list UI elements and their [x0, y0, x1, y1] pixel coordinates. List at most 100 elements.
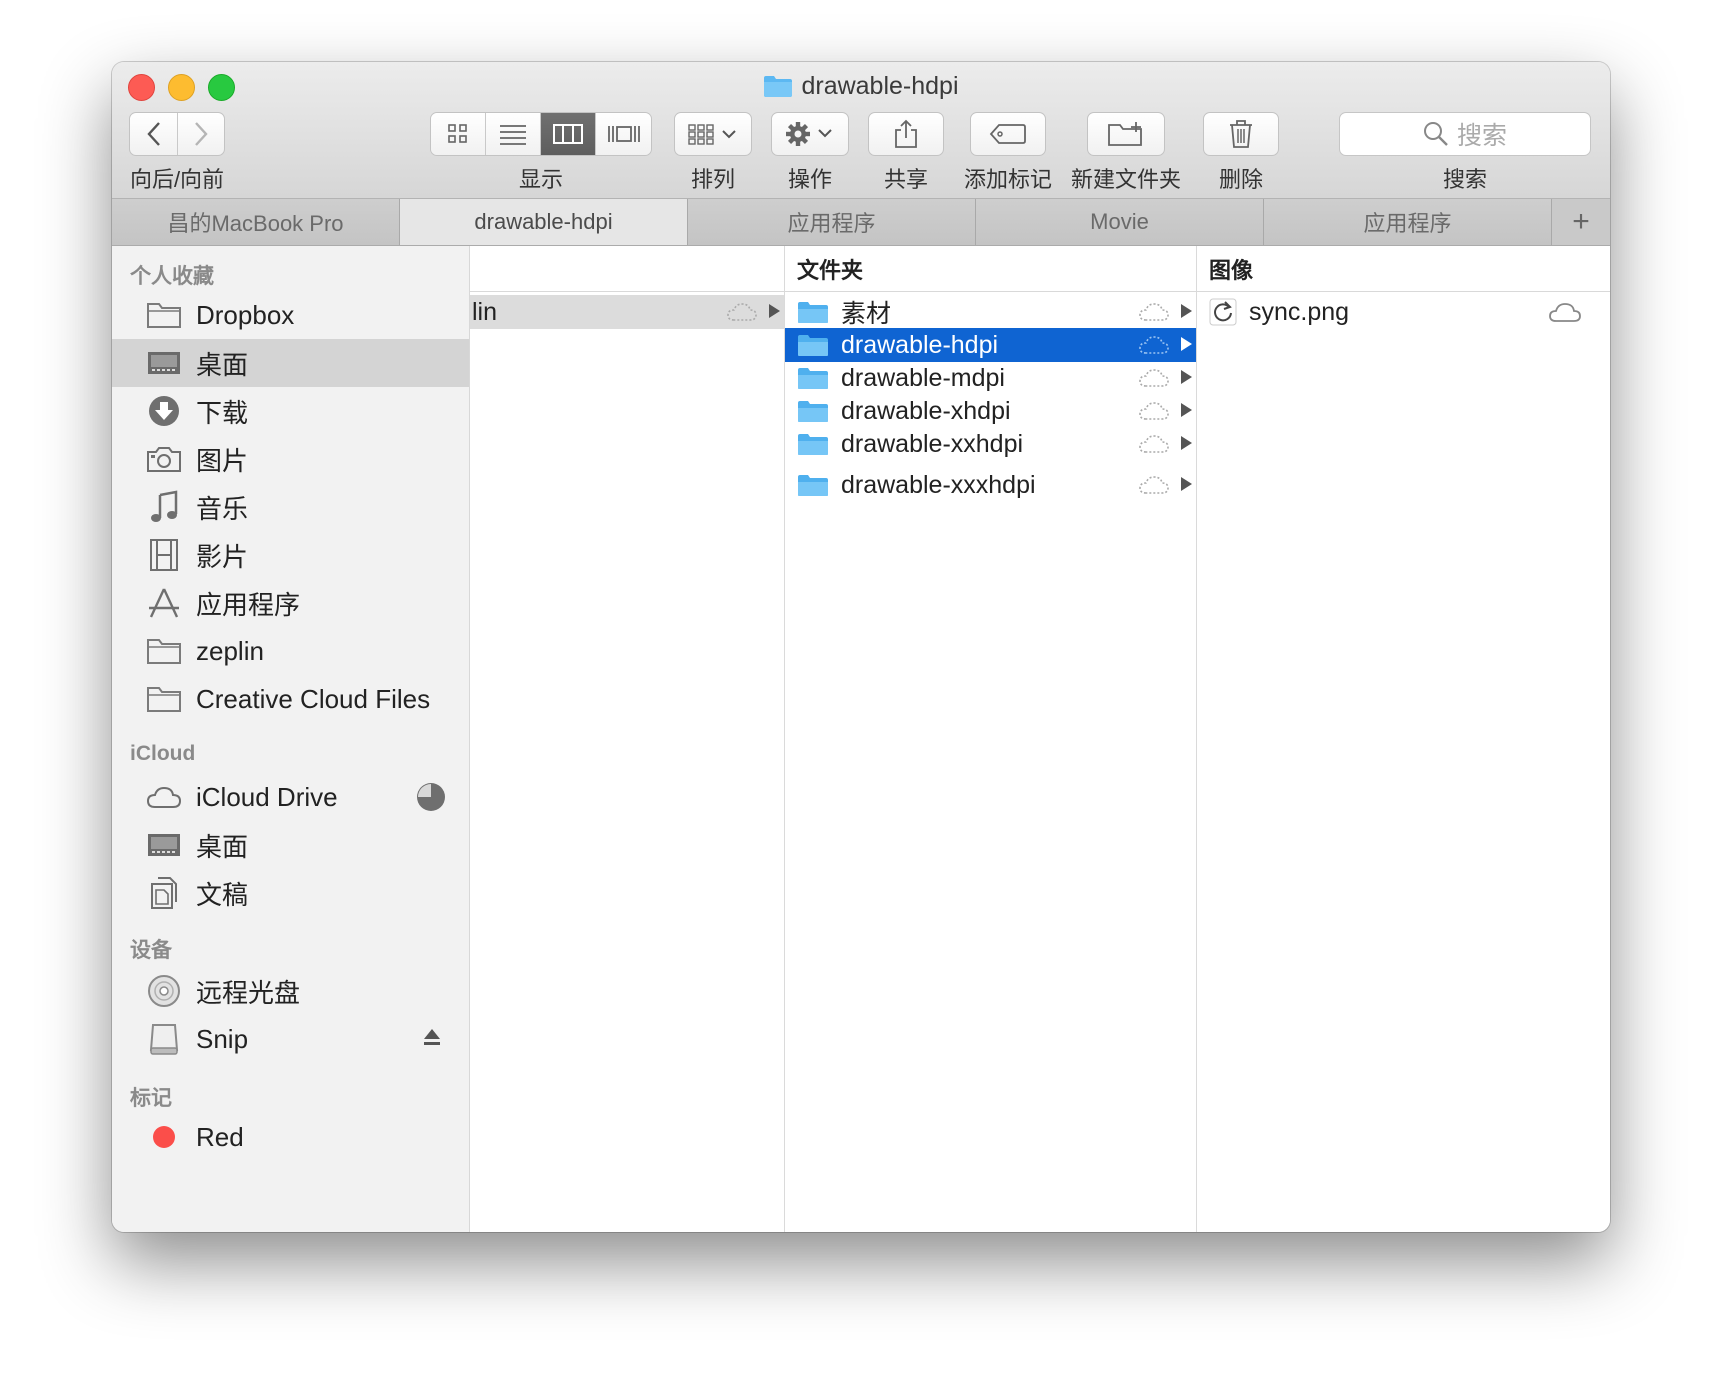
- folder-icon: [798, 401, 828, 422]
- sidebar: 个人收藏 Dropbox 桌面 下载 图片 音乐 影片 应用程序 zeplin …: [112, 246, 470, 1232]
- arrange-button[interactable]: [674, 112, 752, 156]
- sidebar-item-desktop[interactable]: 桌面: [112, 339, 469, 387]
- folder-icon: [798, 434, 828, 455]
- folder-name: drawable-xxhdpi: [841, 429, 1024, 458]
- sidebar-item-music[interactable]: 音乐: [112, 483, 469, 531]
- cloud-dashed-icon: [1139, 476, 1169, 494]
- camera-icon: [146, 441, 182, 477]
- sidebar-item-icloud-drive[interactable]: iCloud Drive: [112, 773, 469, 821]
- tab-movie[interactable]: Movie: [976, 199, 1264, 245]
- sidebar-item-label: 影片: [196, 541, 249, 572]
- sidebar-item-label: 桌面: [196, 349, 249, 380]
- sidebar-item-label: Creative Cloud Files: [196, 683, 431, 714]
- sidebar-item-zeplin[interactable]: zeplin: [112, 627, 469, 675]
- sidebar-item-label: 文稿: [196, 879, 249, 910]
- sync-file-icon: [1209, 298, 1237, 326]
- tab-applications-2[interactable]: 应用程序: [1264, 199, 1552, 245]
- folder-icon: [798, 302, 828, 323]
- column-3: 图像 sync.png: [1197, 246, 1610, 1232]
- folder-row[interactable]: drawable-xhdpi: [785, 394, 1196, 428]
- document-icon: [146, 875, 182, 911]
- back-button[interactable]: [130, 113, 179, 155]
- sidebar-item-applications[interactable]: 应用程序: [112, 579, 469, 627]
- cover-flow-button[interactable]: [596, 113, 651, 155]
- folder-icon: [146, 297, 182, 333]
- search-label: 搜索: [1442, 167, 1487, 192]
- sidebar-item-tag-red[interactable]: Red: [112, 1113, 469, 1161]
- folder-icon: [146, 681, 182, 717]
- icon-view-button[interactable]: [431, 113, 486, 155]
- share-icon: [895, 119, 917, 148]
- folder-name: drawable-hdpi: [841, 330, 999, 359]
- folder-row[interactable]: drawable-hdpi: [785, 328, 1196, 362]
- folder-row[interactable]: drawable-mdpi: [785, 361, 1196, 395]
- cloud-dashed-icon: [1139, 336, 1169, 354]
- sidebar-item-movies[interactable]: 影片: [112, 531, 469, 579]
- desktop-icon: [146, 345, 182, 381]
- nav-label: 向后/向前: [129, 167, 225, 192]
- disclosure-arrow-icon: [1181, 477, 1192, 491]
- folder-icon: [146, 633, 182, 669]
- action-label: 操作: [787, 167, 832, 192]
- search-field[interactable]: 搜索: [1339, 112, 1591, 156]
- file-row[interactable]: sync.png: [1197, 295, 1610, 329]
- sidebar-item-snip[interactable]: Snip: [112, 1015, 469, 1063]
- film-icon: [146, 537, 182, 573]
- column-view-button[interactable]: [541, 113, 596, 155]
- list-icon: [500, 125, 526, 145]
- tab-bar: 昌的MacBook Pro drawable-hdpi 应用程序 Movie 应…: [112, 199, 1610, 246]
- window-title: drawable-hdpi: [112, 71, 1610, 101]
- new-tab-button[interactable]: +: [1552, 199, 1610, 245]
- delete-button[interactable]: [1203, 112, 1279, 156]
- sidebar-item-dropbox[interactable]: Dropbox: [112, 291, 469, 339]
- toolbar: drawable-hdpi 向后/向前 显示 排列 操作 共享 添加标记 新建文…: [112, 62, 1610, 199]
- cloud-dashed-icon: [1139, 402, 1169, 420]
- sidebar-item-label: 远程光盘: [196, 977, 301, 1008]
- folder-name: 素材: [841, 300, 892, 328]
- column-1-header: [470, 246, 784, 292]
- action-button[interactable]: [771, 112, 849, 156]
- folder-row[interactable]: drawable-xxhdpi: [785, 427, 1196, 461]
- sidebar-item-label: iCloud Drive: [196, 781, 338, 812]
- cloud-dashed-icon: [1139, 435, 1169, 453]
- arrange-icon: [688, 124, 736, 145]
- disclosure-arrow-icon: [1181, 304, 1192, 318]
- list-view-button[interactable]: [486, 113, 541, 155]
- list-item[interactable]: lin: [470, 295, 784, 329]
- cloud-icon: [1549, 303, 1581, 322]
- share-button[interactable]: [868, 112, 944, 156]
- sidebar-item-documents[interactable]: 文稿: [112, 869, 469, 917]
- sidebar-item-remote-disc[interactable]: 远程光盘: [112, 967, 469, 1015]
- search-icon: [1423, 122, 1448, 146]
- back-forward-control: [129, 112, 225, 156]
- folder-icon: [798, 368, 828, 389]
- sidebar-item-pictures[interactable]: 图片: [112, 435, 469, 483]
- sidebar-item-icloud-desktop[interactable]: 桌面: [112, 821, 469, 869]
- add-tag-button[interactable]: [970, 112, 1046, 156]
- sidebar-item-downloads[interactable]: 下载: [112, 387, 469, 435]
- sidebar-item-label: 音乐: [196, 493, 249, 524]
- forward-button[interactable]: [178, 113, 224, 155]
- folder-row[interactable]: drawable-xxxhdpi: [785, 468, 1196, 502]
- sidebar-header-tags: 标记: [130, 1087, 172, 1110]
- music-note-icon: [146, 489, 182, 525]
- sidebar-item-creative-cloud[interactable]: Creative Cloud Files: [112, 675, 469, 723]
- disc-icon: [146, 973, 182, 1009]
- new-folder-button[interactable]: [1087, 112, 1165, 156]
- grid-icon: [448, 124, 467, 143]
- folder-row[interactable]: 素材: [785, 295, 1196, 329]
- eject-icon[interactable]: [423, 1028, 441, 1051]
- tab-drawable-hdpi[interactable]: drawable-hdpi: [400, 199, 688, 245]
- sidebar-item-label: zeplin: [196, 635, 264, 666]
- delete-label: 删除: [1218, 167, 1263, 192]
- drive-icon: [146, 1021, 182, 1057]
- arrange-label: 排列: [690, 167, 735, 192]
- gear-icon: [786, 122, 832, 146]
- tab-applications[interactable]: 应用程序: [688, 199, 976, 245]
- column-2: 文件夹 素材 drawable-hdpi drawable-mdpi drawa…: [785, 246, 1197, 1232]
- tab-macbook-pro[interactable]: 昌的MacBook Pro: [112, 199, 400, 245]
- disclosure-arrow-icon: [1181, 370, 1192, 384]
- cover-flow-icon: [607, 126, 640, 142]
- column-3-header: 图像: [1197, 246, 1610, 292]
- sidebar-header-icloud: iCloud: [130, 742, 196, 765]
